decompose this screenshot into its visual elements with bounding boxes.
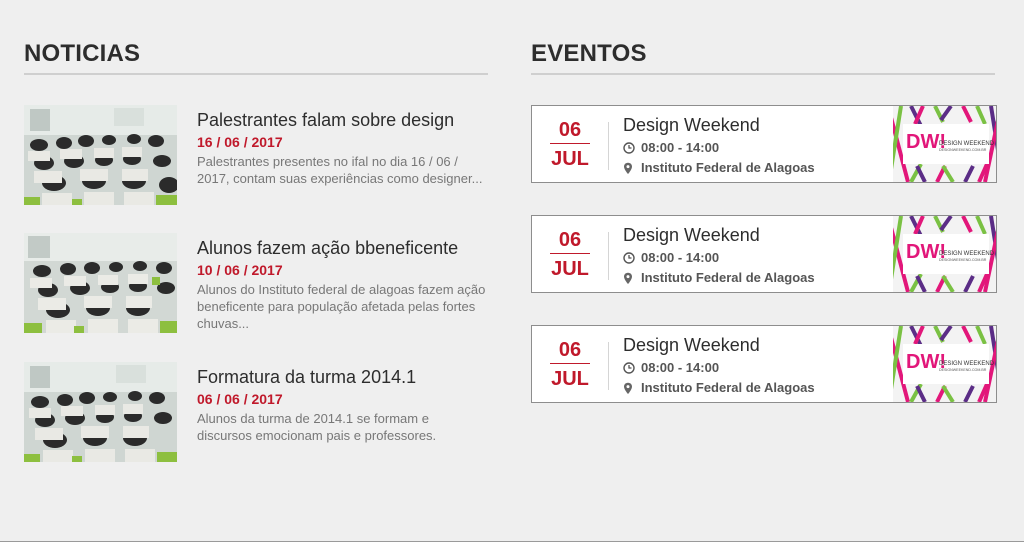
news-thumbnail-photo[interactable] bbox=[24, 233, 177, 333]
clock-icon bbox=[623, 362, 641, 374]
clock-icon bbox=[623, 252, 641, 264]
event-place: Instituto Federal de Alagoas bbox=[641, 270, 815, 285]
event-divider bbox=[608, 232, 609, 280]
event-time: 08:00 - 14:00 bbox=[641, 360, 720, 375]
event-card[interactable]: 06 JUL Design Weekend 08:00 - 14:00 Inst… bbox=[531, 105, 997, 183]
news-date: 16 / 06 / 2017 bbox=[197, 134, 283, 150]
map-pin-icon bbox=[623, 162, 641, 175]
clock-icon bbox=[623, 142, 641, 154]
event-time-row: 08:00 - 14:00 bbox=[623, 248, 883, 268]
news-title[interactable]: Palestrantes falam sobre design bbox=[197, 109, 487, 131]
event-place: Instituto Federal de Alagoas bbox=[641, 380, 815, 395]
news-thumbnail-photo[interactable] bbox=[24, 362, 177, 462]
map-pin-icon bbox=[623, 272, 641, 285]
event-place-row: Instituto Federal de Alagoas bbox=[623, 158, 883, 178]
news-date: 06 / 06 / 2017 bbox=[197, 391, 283, 407]
event-date: 06 JUL bbox=[532, 338, 608, 392]
event-date-separator bbox=[550, 253, 590, 254]
event-place-row: Instituto Federal de Alagoas bbox=[623, 268, 883, 288]
event-logo-caption: DESIGN WEEKEND bbox=[939, 361, 995, 367]
event-day: 06 bbox=[558, 229, 582, 251]
event-time-row: 08:00 - 14:00 bbox=[623, 138, 883, 158]
news-excerpt: Alunos do Instituto federal de alagoas f… bbox=[197, 282, 486, 331]
news-item[interactable]: Formatura da turma 2014.1 06 / 06 / 2017… bbox=[24, 362, 488, 462]
event-place: Instituto Federal de Alagoas bbox=[641, 160, 815, 175]
event-date-separator bbox=[550, 143, 590, 144]
event-logo-url: DESIGNWEEKEND.COM.BR bbox=[939, 258, 987, 262]
event-date-separator bbox=[550, 363, 590, 364]
event-date: 06 JUL bbox=[532, 228, 608, 282]
event-title[interactable]: Design Weekend bbox=[623, 224, 883, 246]
event-logo-url: DESIGNWEEKEND.COM.BR bbox=[939, 368, 987, 372]
news-title[interactable]: Alunos fazem ação bbeneficente bbox=[197, 237, 487, 259]
news-date: 10 / 06 / 2017 bbox=[197, 262, 283, 278]
event-logo-caption: DESIGN WEEKEND bbox=[939, 251, 995, 257]
event-info: Design Weekend 08:00 - 14:00 Instituto F… bbox=[623, 114, 883, 178]
event-divider bbox=[608, 342, 609, 390]
news-body: Alunos fazem ação bbeneficente 10 / 06 /… bbox=[197, 237, 487, 332]
event-info: Design Weekend 08:00 - 14:00 Instituto F… bbox=[623, 224, 883, 288]
news-item[interactable]: Palestrantes falam sobre design 16 / 06 … bbox=[24, 105, 488, 205]
event-title[interactable]: Design Weekend bbox=[623, 334, 883, 356]
news-body: Palestrantes falam sobre design 16 / 06 … bbox=[197, 109, 487, 187]
event-time: 08:00 - 14:00 bbox=[641, 250, 720, 265]
event-card[interactable]: 06 JUL Design Weekend 08:00 - 14:00 Inst… bbox=[531, 325, 997, 403]
event-day: 06 bbox=[558, 339, 582, 361]
event-logo-image[interactable]: DW! DESIGN WEEKEND DESIGNWEEKEND.COM.BR bbox=[893, 326, 996, 402]
news-excerpt: Alunos da turma de 2014.1 se formam e di… bbox=[197, 411, 437, 443]
news-item[interactable]: Alunos fazem ação bbeneficente 10 / 06 /… bbox=[24, 233, 488, 333]
events-heading: EVENTOS bbox=[531, 40, 647, 67]
news-thumbnail-photo[interactable] bbox=[24, 105, 177, 205]
event-time: 08:00 - 14:00 bbox=[641, 140, 720, 155]
event-logo-caption: DESIGN WEEKEND bbox=[939, 141, 995, 147]
event-logo-image[interactable]: DW! DESIGN WEEKEND DESIGNWEEKEND.COM.BR bbox=[893, 106, 996, 182]
event-month: JUL bbox=[551, 258, 589, 280]
event-place-row: Instituto Federal de Alagoas bbox=[623, 378, 883, 398]
event-divider bbox=[608, 122, 609, 170]
map-pin-icon bbox=[623, 382, 641, 395]
event-card[interactable]: 06 JUL Design Weekend 08:00 - 14:00 Inst… bbox=[531, 215, 997, 293]
event-title[interactable]: Design Weekend bbox=[623, 114, 883, 136]
news-heading: NOTICIAS bbox=[24, 40, 141, 67]
news-excerpt: Palestrantes presentes no ifal no dia 16… bbox=[197, 154, 483, 186]
news-title[interactable]: Formatura da turma 2014.1 bbox=[197, 366, 487, 388]
news-body: Formatura da turma 2014.1 06 / 06 / 2017… bbox=[197, 366, 487, 444]
event-month: JUL bbox=[551, 148, 589, 170]
event-date: 06 JUL bbox=[532, 118, 608, 172]
event-logo-url: DESIGNWEEKEND.COM.BR bbox=[939, 148, 987, 152]
event-info: Design Weekend 08:00 - 14:00 Instituto F… bbox=[623, 334, 883, 398]
event-month: JUL bbox=[551, 368, 589, 390]
event-time-row: 08:00 - 14:00 bbox=[623, 358, 883, 378]
events-heading-divider bbox=[531, 73, 995, 75]
event-day: 06 bbox=[558, 119, 582, 141]
event-logo-image[interactable]: DW! DESIGN WEEKEND DESIGNWEEKEND.COM.BR bbox=[893, 216, 996, 292]
news-heading-divider bbox=[24, 73, 488, 75]
